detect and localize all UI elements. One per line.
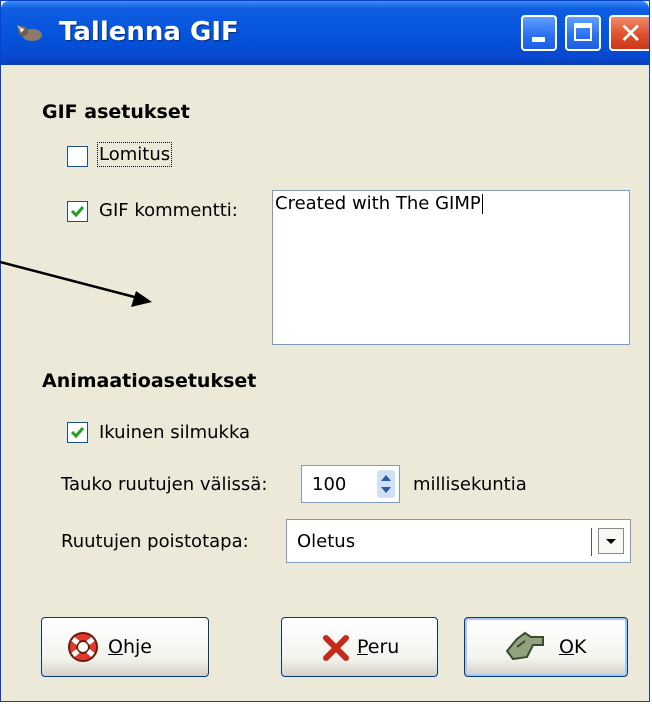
frame-delay-label: Tauko ruutujen välissä: <box>61 474 268 495</box>
help-button[interactable]: Ohje <box>41 617 209 677</box>
save-gif-dialog: Tallenna GIF ✕ GIF asetukset Lomitus GIF… <box>0 0 650 702</box>
frame-delay-unit: millisekuntia <box>413 474 527 495</box>
gif-comment-textarea[interactable]: Created with The GIMP <box>272 190 630 345</box>
gif-comment-checkbox[interactable] <box>67 201 88 222</box>
close-icon: ✕ <box>619 17 643 50</box>
help-button-label: Ohje <box>108 636 152 658</box>
ok-button[interactable]: OK <box>464 617 628 677</box>
minimize-button[interactable] <box>521 15 557 51</box>
lifebuoy-icon <box>68 632 98 662</box>
checkmark-icon <box>70 427 85 439</box>
gif-settings-heading: GIF asetukset <box>42 101 190 123</box>
cancel-button[interactable]: Peru <box>281 617 438 677</box>
close-button[interactable]: ✕ <box>609 15 649 51</box>
interlace-checkbox[interactable] <box>67 146 88 167</box>
window-title: Tallenna GIF <box>59 17 239 47</box>
cancel-x-icon <box>323 635 349 661</box>
dropdown-separator <box>591 528 592 556</box>
chevron-down-icon <box>606 539 616 544</box>
frame-disposal-value: Oletus <box>297 531 356 552</box>
ok-hand-icon <box>505 631 544 661</box>
frame-delay-spinbox[interactable]: 100 <box>301 465 400 503</box>
infinite-loop-label: Ikuinen silmukka <box>99 422 251 443</box>
gif-comment-text[interactable]: Created with The GIMP <box>275 193 483 214</box>
dropdown-button[interactable] <box>598 528 624 554</box>
title-bar[interactable]: Tallenna GIF ✕ <box>1 1 649 65</box>
frame-disposal-label: Ruutujen poistotapa: <box>61 531 249 552</box>
maximize-button[interactable] <box>565 15 601 51</box>
interlace-label[interactable]: Lomitus <box>96 142 173 167</box>
animation-settings-heading: Animaatioasetukset <box>42 370 257 392</box>
checkmark-icon <box>70 206 85 218</box>
spin-arrows-icon[interactable] <box>377 470 395 498</box>
ok-button-label: OK <box>559 636 587 658</box>
gimp-wilber-icon <box>17 25 42 41</box>
infinite-loop-checkbox[interactable] <box>67 422 88 443</box>
gif-comment-label: GIF kommentti: <box>99 200 238 221</box>
maximize-icon <box>574 23 592 41</box>
minimize-icon <box>532 37 545 42</box>
frame-delay-value: 100 <box>312 474 347 495</box>
cancel-button-label: Peru <box>357 636 400 658</box>
frame-disposal-dropdown[interactable]: Oletus <box>286 519 631 563</box>
